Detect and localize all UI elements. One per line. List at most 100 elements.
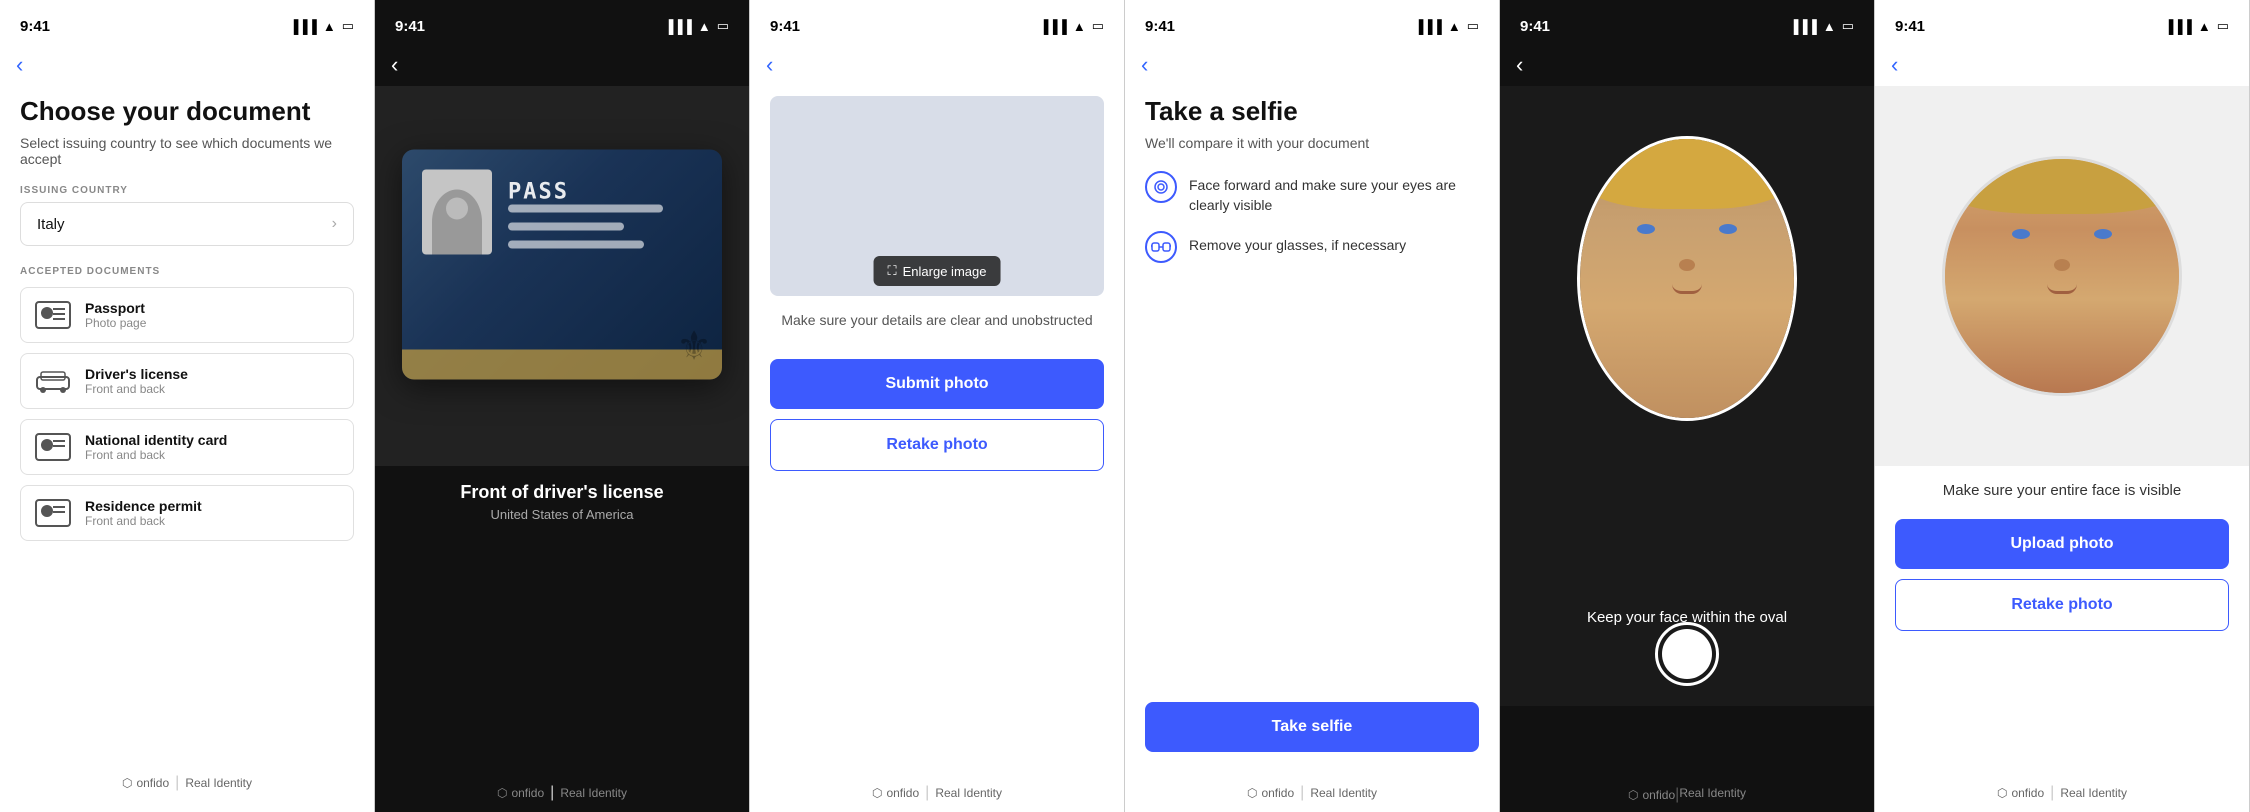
back-button-1[interactable]: ‹ [0,44,39,86]
signal-icon: ▐▐▐ [289,19,317,34]
residence-text: Residence permit Front and back [85,498,202,528]
onfido-footer-6: ⬡ onfido | Real Identity [1875,784,2249,802]
drivers-name: Driver's license [85,366,188,382]
selfie-title: Take a selfie [1145,96,1479,127]
passport-photo [422,170,492,255]
onfido-tagline-4: Real Identity [1310,786,1377,800]
selfie-btn-area: Take selfie [1145,702,1479,752]
face-result-sim [1945,159,2179,393]
face-oval [1577,136,1797,421]
onfido-icon-3: ⬡ [872,786,882,800]
eyes-sim [1637,224,1737,234]
back-button-3[interactable]: ‹ [750,44,789,86]
capture-button[interactable] [1655,622,1719,686]
battery-icon-2: ▭ [717,18,729,34]
wifi-icon-6: ▲ [2198,19,2211,34]
upload-photo-button[interactable]: Upload photo [1895,519,2229,569]
drivers-text: Driver's license Front and back [85,366,188,396]
retake-photo-button[interactable]: Retake photo [770,419,1104,471]
residence-name: Residence permit [85,498,202,514]
selfie-instruction-2: Remove your glasses, if necessary [1145,231,1479,263]
result-instruction: Make sure your entire face is visible [1875,466,2249,519]
car-icon [35,367,71,395]
passport-sub: Photo page [85,316,146,330]
onfido-footer-2: ⬡ onfido | Real Identity [375,784,749,802]
nose-result-sim [2054,259,2070,271]
eyes-result-sim [2012,229,2112,239]
onfido-brand-5: onfido [1642,788,1675,802]
back-button-4[interactable]: ‹ [1125,44,1164,86]
document-preview-area: PASS ⚜ [375,86,749,466]
status-bar-6: 9:41 ▐▐▐ ▲ ▭ [1875,0,2249,44]
face-result-area [1875,86,2249,466]
national-id-text: National identity card Front and back [85,432,227,462]
enlarge-icon: ⛶ [888,263,897,279]
status-time-3: 9:41 [770,18,800,35]
passport-name: Passport [85,300,146,316]
screen1-content: Choose your document Select issuing coun… [0,86,374,561]
status-icons-5: ▐▐▐ ▲ ▭ [1789,18,1854,34]
status-bar-3: 9:41 ▐▐▐ ▲ ▭ [750,0,1124,44]
back-button-5[interactable]: ‹ [1500,44,1539,86]
doc-item-drivers[interactable]: Driver's license Front and back [20,353,354,409]
onfido-footer-1: ⬡ onfido | Real Identity [0,774,374,792]
wifi-icon: ▲ [323,19,336,34]
residence-icon [35,499,71,527]
screen6-content: Make sure your entire face is visible Up… [1875,86,2249,631]
onfido-icon-6: ⬡ [1997,786,2007,800]
doc-item-passport[interactable]: Passport Photo page [20,287,354,343]
left-eye-sim [1637,224,1655,234]
retake-photo-button-6[interactable]: Retake photo [1895,579,2229,631]
wifi-icon-4: ▲ [1448,19,1461,34]
country-value: Italy [37,216,65,233]
country-select[interactable]: Italy › [20,202,354,246]
passport-card-inner: PASS [402,150,722,380]
onfido-tagline-5: Real Identity [1679,786,1746,804]
residence-sub: Front and back [85,514,202,528]
passport-text-large: PASS [508,180,702,205]
phone-6: 9:41 ▐▐▐ ▲ ▭ ‹ Make sure your entire [1875,0,2250,812]
drivers-sub: Front and back [85,382,188,396]
upload-instruction: Make sure your details are clear and uno… [770,310,1104,331]
phone-4: 9:41 ▐▐▐ ▲ ▭ ‹ Take a selfie We'll compa… [1125,0,1500,812]
signal-icon-6: ▐▐▐ [2164,19,2192,34]
onfido-logo-6: ⬡ onfido [1997,786,2044,800]
selfie-instruction-text-2: Remove your glasses, if necessary [1189,231,1406,256]
screen4-content: Take a selfie We'll compare it with your… [1125,86,1499,289]
screen3-content: ⛶ Enlarge image Make sure your details a… [750,86,1124,481]
document-label: Front of driver's license [395,482,729,503]
battery-icon-3: ▭ [1092,18,1104,34]
mouth-result-sim [2047,284,2077,294]
back-button-2[interactable]: ‹ [375,44,414,86]
selfie-camera-area: Keep your face within the oval [1500,86,1874,706]
left-eye-result [2012,229,2030,239]
status-time-6: 9:41 [1895,18,1925,35]
submit-photo-button[interactable]: Submit photo [770,359,1104,409]
onfido-icon-4: ⬡ [1247,786,1257,800]
accepted-docs-label: ACCEPTED DOCUMENTS [20,266,354,277]
status-icons-6: ▐▐▐ ▲ ▭ [2164,18,2229,34]
onfido-brand-6: onfido [2011,786,2044,800]
status-bar-5: 9:41 ▐▐▐ ▲ ▭ [1500,0,1874,44]
onfido-logo-1: ⬡ onfido [122,776,169,790]
document-label-area: Front of driver's license United States … [375,466,749,534]
selfie-instruction-text-1: Face forward and make sure your eyes are… [1189,171,1479,215]
document-sub: United States of America [395,507,729,522]
page-title-1: Choose your document [20,96,354,127]
national-id-name: National identity card [85,432,227,448]
back-button-6[interactable]: ‹ [1875,44,1914,86]
phone-1: 9:41 ▐▐▐ ▲ ▭ ‹ Choose your document Sele… [0,0,375,812]
onfido-icon: ⬡ [122,776,132,790]
doc-item-national-id[interactable]: National identity card Front and back [20,419,354,475]
status-bar-2: 9:41 ▐▐▐ ▲ ▭ [375,0,749,44]
take-selfie-button[interactable]: Take selfie [1145,702,1479,752]
passport-lines: PASS [508,170,702,259]
doc-item-residence[interactable]: Residence permit Front and back [20,485,354,541]
onfido-logo-3: ⬡ onfido [872,786,919,800]
signal-icon-4: ▐▐▐ [1414,19,1442,34]
enlarge-button[interactable]: ⛶ Enlarge image [874,256,1001,286]
battery-icon: ▭ [342,18,354,34]
issuing-country-label: ISSUING COUNTRY [20,185,354,196]
passport-bottom-strip [402,350,722,380]
right-eye-sim [1719,224,1737,234]
